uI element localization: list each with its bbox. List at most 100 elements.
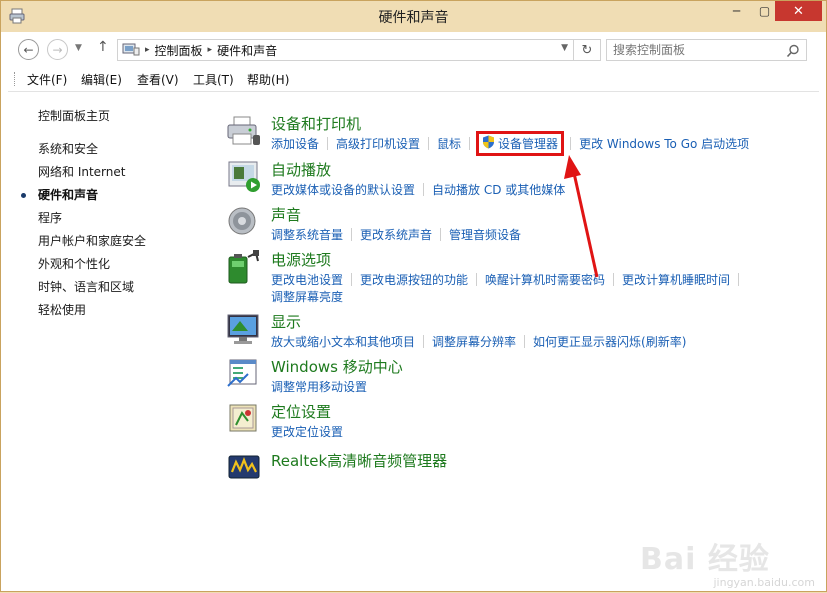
link-wake-password[interactable]: 唤醒计算机时需要密码 [485,271,605,288]
speaker-icon[interactable] [226,204,262,240]
search-icon[interactable] [786,43,800,62]
link-text-size[interactable]: 放大或缩小文本和其他项目 [271,333,415,350]
uac-shield-icon [482,135,495,152]
link-change-sounds[interactable]: 更改系统声音 [360,226,432,243]
menu-tools[interactable]: 工具(T) [193,71,234,88]
menu-help[interactable]: 帮助(H) [247,71,289,88]
menu-grip [14,72,16,86]
category-title[interactable]: 声音 [271,204,301,225]
sidebar-item-appearance[interactable]: 外观和个性化 [38,255,110,272]
maximize-button[interactable]: ▢ [751,1,778,21]
link-advanced-printer-setup[interactable]: 高级打印机设置 [336,135,420,152]
address-bar[interactable]: ▸ 控制面板 ▸ 硬件和声音 ▼ ↻ [117,39,601,61]
printer-icon[interactable] [226,113,262,149]
link-mouse[interactable]: 鼠标 [437,135,461,152]
link-row: 调整常用移动设置 [271,378,367,395]
link-device-manager[interactable]: 设备管理器 [498,135,558,152]
sidebar-item-home[interactable]: 控制面板主页 [38,107,110,124]
menu-view[interactable]: 查看(V) [137,71,179,88]
link-autoplay-cd[interactable]: 自动播放 CD 或其他媒体 [432,181,565,198]
link-divider [351,228,353,241]
sidebar-item-programs[interactable]: 程序 [38,209,62,226]
control-panel-window: 硬件和声音 ─ ▢ ✕ ← → ▼ ↑ ▸ 控制面板 ▸ 硬件和声音 ▼ ↻ 搜… [0,0,827,592]
link-row: 更改媒体或设备的默认设置 自动播放 CD 或其他媒体 [271,181,565,198]
link-mobility-settings[interactable]: 调整常用移动设置 [271,378,367,395]
link-location-settings[interactable]: 更改定位设置 [271,423,343,440]
link-manage-audio[interactable]: 管理音频设备 [449,226,521,243]
category-title[interactable]: 自动播放 [271,159,331,180]
sidebar-item-network[interactable]: 网络和 Internet [38,163,125,180]
link-divider [351,273,353,286]
link-adjust-brightness[interactable]: 调整屏幕亮度 [271,290,343,304]
link-divider [524,335,526,348]
window-content: ← → ▼ ↑ ▸ 控制面板 ▸ 硬件和声音 ▼ ↻ 搜索控制面板 文件(F) … [8,32,819,589]
link-divider [327,137,329,150]
menu-bar: 文件(F) 编辑(E) 查看(V) 工具(T) 帮助(H) [8,67,819,92]
mobility-center-icon[interactable] [226,356,262,392]
link-row: 调整屏幕亮度 [271,288,343,305]
sidebar-item-clock-region[interactable]: 时钟、语言和区域 [38,278,134,295]
link-divider [738,273,740,286]
autoplay-icon[interactable] [226,159,262,195]
link-resolution[interactable]: 调整屏幕分辨率 [432,333,516,350]
breadcrumb-hardware-sound[interactable]: 硬件和声音 [217,42,277,59]
link-add-device[interactable]: 添加设备 [271,135,319,152]
sidebar-item-user-accounts[interactable]: 用户帐户和家庭安全 [38,232,146,249]
address-dropdown-chevron-icon[interactable]: ▼ [561,43,568,53]
breadcrumb-separator: ▸ [145,45,150,55]
realtek-icon[interactable] [226,450,262,486]
menu-edit[interactable]: 编辑(E) [81,71,122,88]
menu-file[interactable]: 文件(F) [27,71,67,88]
link-divider [440,228,442,241]
category-title[interactable]: 电源选项 [271,249,331,270]
category-title[interactable]: Realtek高清晰音频管理器 [271,450,447,471]
link-row: 更改定位设置 [271,423,343,440]
watermark: Bai 经验 jingyan.baidu.com [640,534,815,589]
window-title: 硬件和声音 [378,10,449,26]
link-row: 更改电池设置 更改电源按钮的功能 唤醒计算机时需要密码 更改计算机睡眠时间 [271,271,747,288]
arrow-right-icon: → [52,42,63,57]
refresh-icon[interactable]: ↻ [573,40,600,60]
location-icon[interactable] [226,401,262,437]
close-button[interactable]: ✕ [775,1,822,21]
battery-icon[interactable] [226,249,262,285]
minimize-button[interactable]: ─ [723,1,750,21]
link-media-default-settings[interactable]: 更改媒体或设备的默认设置 [271,181,415,198]
link-adjust-volume[interactable]: 调整系统音量 [271,226,343,243]
link-divider [476,273,478,286]
link-divider [428,137,430,150]
link-row: 放大或缩小文本和其他项目 调整屏幕分辨率 如何更正显示器闪烁(刷新率) [271,333,686,350]
category-title[interactable]: 定位设置 [271,401,331,422]
search-box[interactable] [606,39,807,61]
breadcrumb-separator: ▸ [207,45,213,55]
monitor-icon[interactable] [226,311,262,347]
recent-locations-chevron-icon[interactable]: ▼ [75,43,82,53]
active-bullet-icon [21,193,26,198]
link-row: 添加设备 高级打印机设置 鼠标 设备管理器 更改 Windows To Go 启… [271,131,749,156]
title-bar[interactable]: 硬件和声音 ─ ▢ ✕ [1,1,826,32]
link-divider [423,183,425,196]
link-windows-to-go[interactable]: 更改 Windows To Go 启动选项 [579,135,749,152]
link-refresh-rate[interactable]: 如何更正显示器闪烁(刷新率) [533,333,686,350]
sidebar-item-ease-of-access[interactable]: 轻松使用 [38,301,86,318]
up-arrow-icon[interactable]: ↑ [97,39,109,55]
forward-button[interactable]: → [47,39,68,60]
link-battery-settings[interactable]: 更改电池设置 [271,271,343,288]
sidebar-item-system-security[interactable]: 系统和安全 [38,140,98,157]
search-input[interactable] [611,40,785,60]
watermark-brand: Bai 经验 [640,542,770,577]
breadcrumb-control-panel[interactable]: 控制面板 [155,42,203,59]
sidebar-item-hardware-sound[interactable]: 硬件和声音 [38,186,98,203]
link-divider [469,137,471,150]
link-row: 调整系统音量 更改系统声音 管理音频设备 [271,226,521,243]
category-title[interactable]: 显示 [271,311,301,332]
link-divider [570,137,572,150]
link-sleep-time[interactable]: 更改计算机睡眠时间 [622,271,730,288]
address-toolbar: ← → ▼ ↑ ▸ 控制面板 ▸ 硬件和声音 ▼ ↻ 搜索控制面板 [8,32,819,66]
category-title[interactable]: 设备和打印机 [271,113,361,134]
highlight-box: 设备管理器 [476,131,565,156]
back-button[interactable]: ← [18,39,39,60]
category-title[interactable]: Windows 移动中心 [271,356,403,377]
arrow-left-icon: ← [23,42,34,57]
link-power-button[interactable]: 更改电源按钮的功能 [360,271,468,288]
